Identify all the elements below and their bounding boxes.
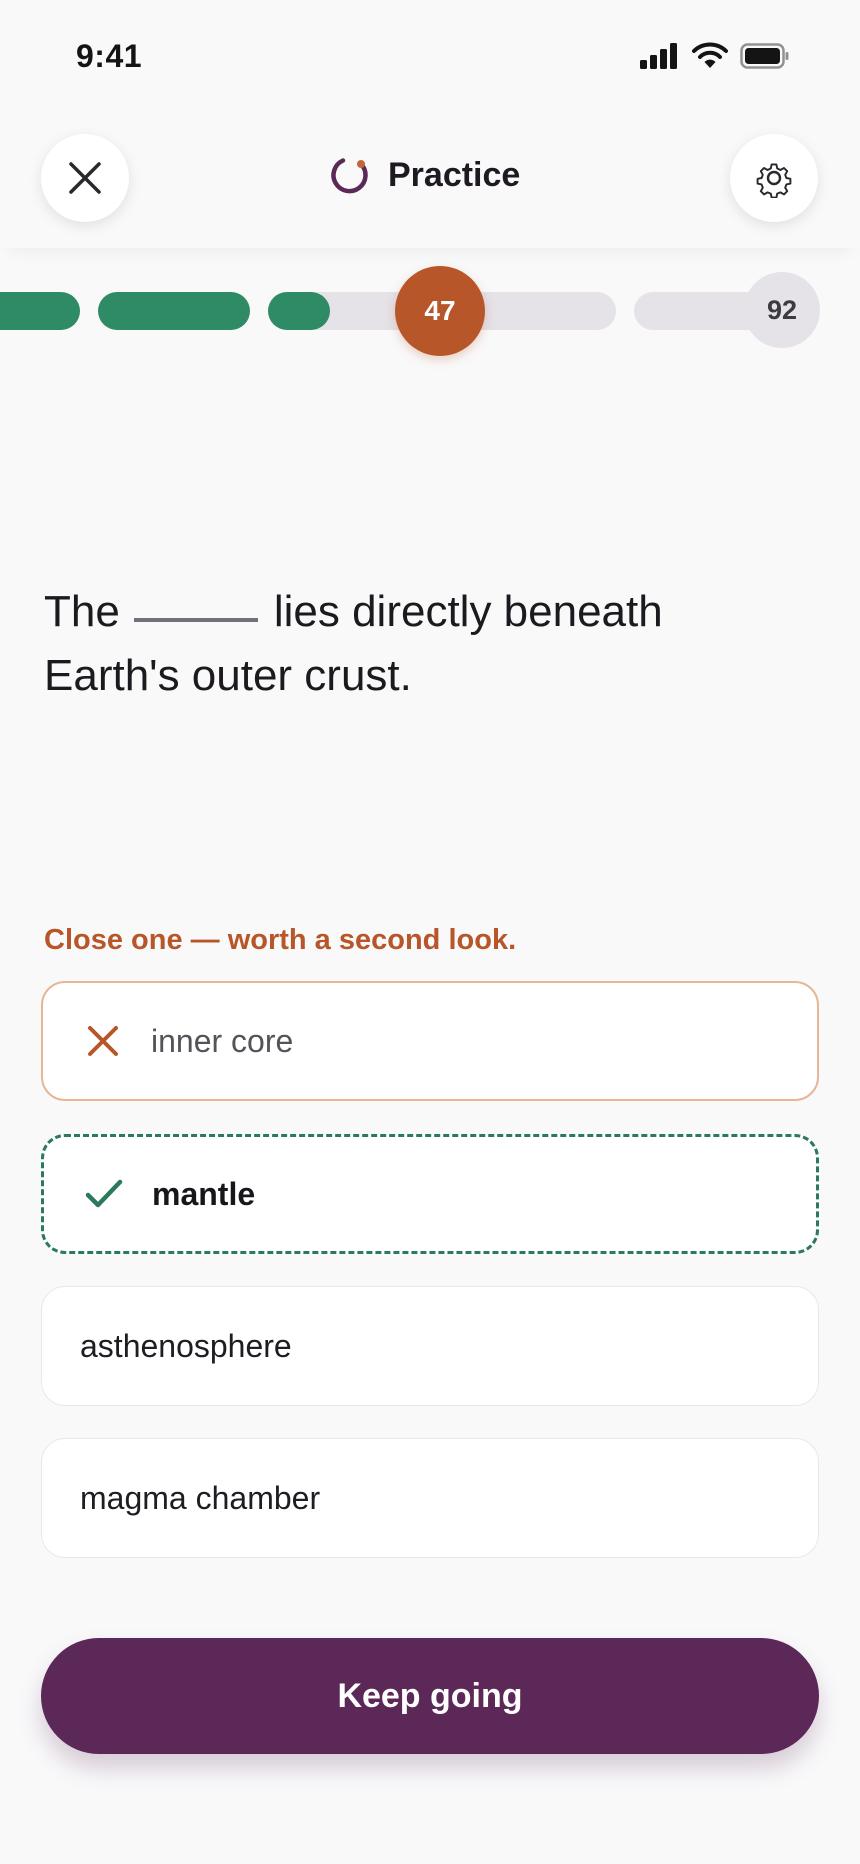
header-title-group: Practice	[330, 155, 520, 195]
progress-segment-complete	[98, 292, 250, 330]
gear-icon	[756, 163, 792, 198]
answer-option-label: inner core	[151, 1022, 294, 1059]
incorrect-x-icon	[83, 1021, 123, 1061]
status-time: 9:41	[76, 38, 143, 74]
question-text: The lies directly beneath Earth's outer c…	[44, 580, 804, 708]
progress-segment-current-fill	[268, 292, 330, 330]
keep-going-button[interactable]: Keep going	[41, 1638, 819, 1754]
progress-segment-complete	[0, 292, 80, 330]
answer-option-label: mantle	[152, 1175, 256, 1212]
close-icon	[69, 162, 101, 194]
checkmark-icon	[84, 1174, 124, 1214]
answer-option-incorrect[interactable]: inner core	[41, 981, 819, 1101]
progress-goal-badge: 92	[744, 272, 820, 348]
question-blank	[133, 618, 258, 623]
progress-current-marker: 47	[395, 266, 485, 356]
answer-option[interactable]: magma chamber	[41, 1438, 819, 1558]
settings-button[interactable]	[730, 134, 818, 222]
page-title: Practice	[388, 155, 521, 194]
progress-ring-icon	[331, 158, 368, 194]
feedback-message: Close one — worth a second look.	[44, 924, 517, 956]
battery-icon	[740, 43, 789, 69]
answer-option-label: magma chamber	[80, 1479, 321, 1516]
question-before-blank: The	[44, 587, 120, 636]
answer-option-label: asthenosphere	[80, 1327, 292, 1364]
close-button[interactable]	[41, 134, 129, 222]
question-after-blank: lies directly beneath Earth's outer crus…	[44, 587, 663, 700]
answer-option-correct[interactable]: mantle	[41, 1134, 819, 1254]
cellular-signal-icon	[640, 43, 677, 69]
wifi-icon	[692, 42, 728, 68]
status-icons	[640, 42, 790, 70]
answer-option[interactable]: asthenosphere	[41, 1286, 819, 1406]
